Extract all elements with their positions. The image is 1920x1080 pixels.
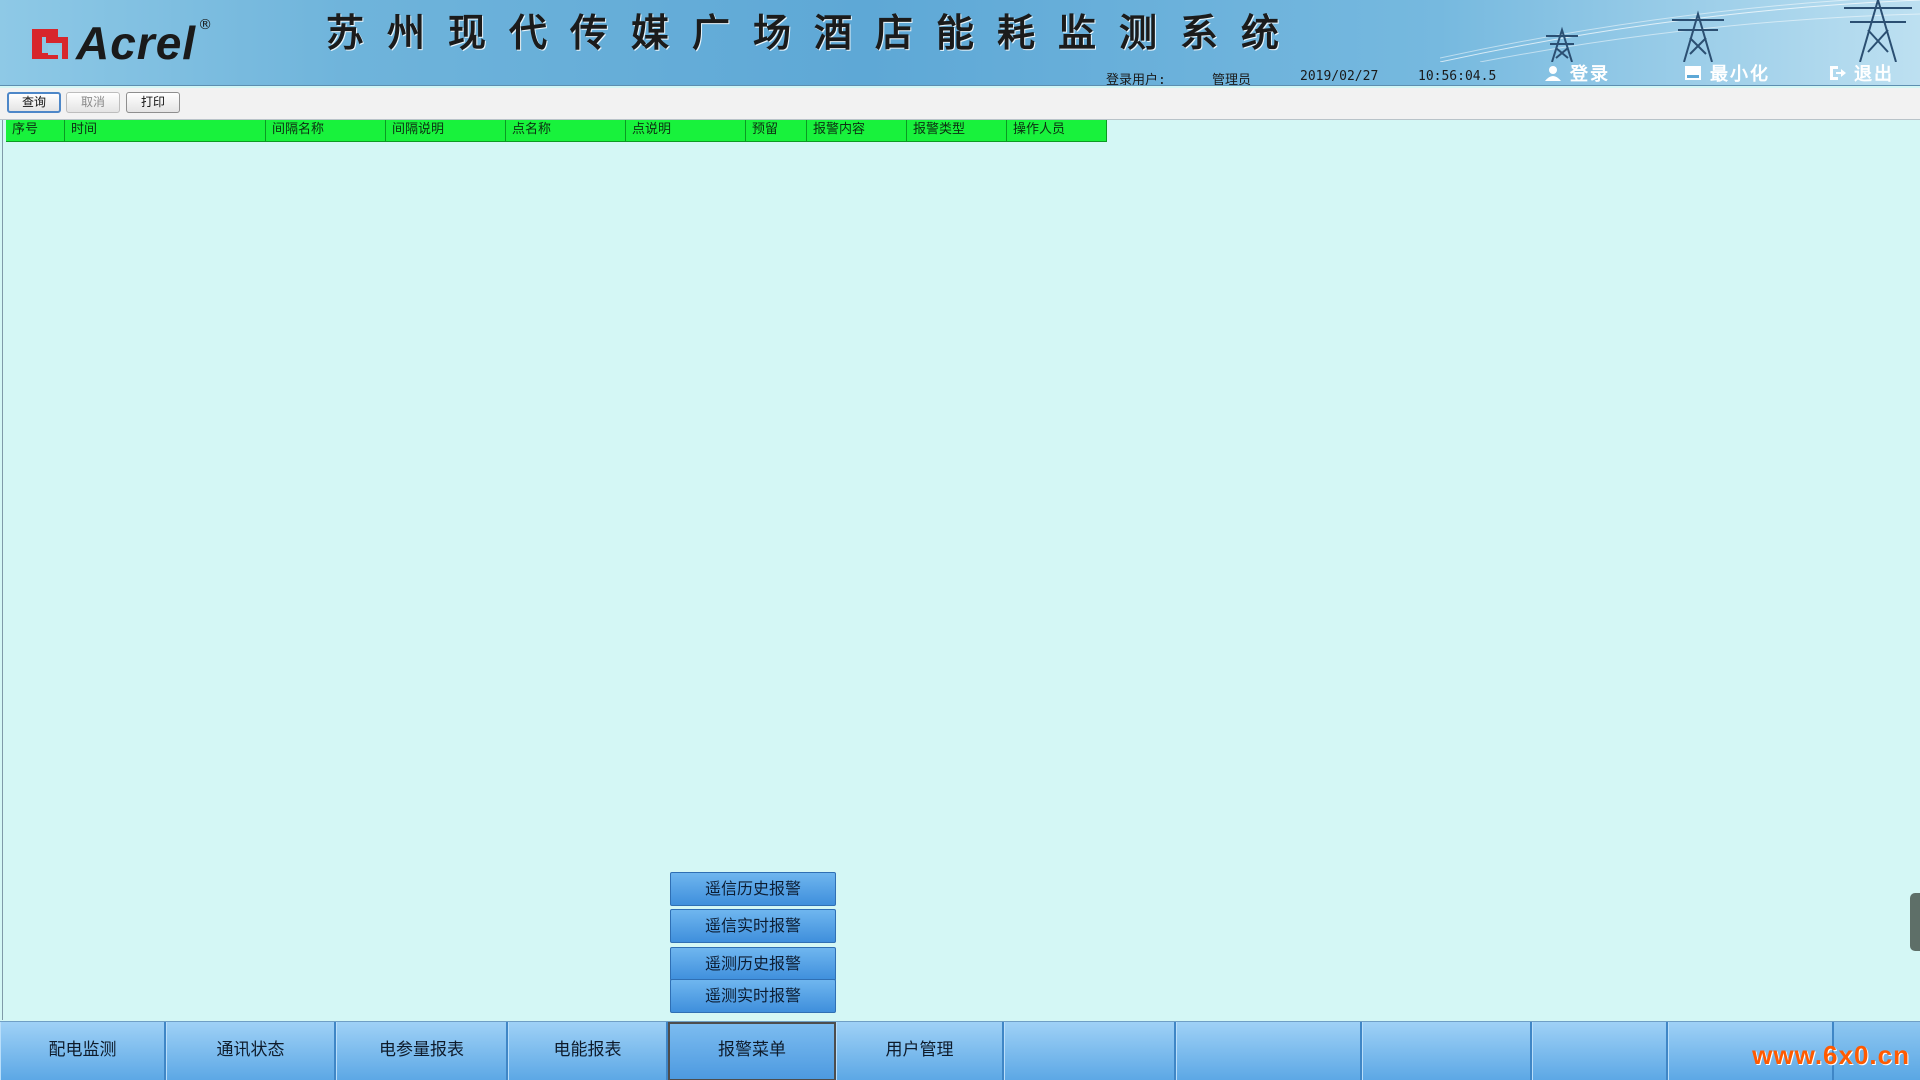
logged-user-name: 管理员: [1212, 73, 1252, 86]
menu-item-di-history-alarm[interactable]: 遥信历史报警: [670, 872, 836, 906]
nav-user-management[interactable]: 用户管理: [836, 1022, 1004, 1080]
cancel-button[interactable]: 取消: [66, 92, 120, 113]
app-header: Acrel ® 苏州现代传媒广场酒店能耗监测系统 登录用户: 管理员 2019/…: [0, 0, 1920, 86]
login-label: 登录: [1570, 64, 1610, 85]
nav-alarm-menu[interactable]: 报警菜单: [668, 1022, 836, 1080]
nav-empty-3[interactable]: [1362, 1022, 1532, 1080]
menu-item-di-realtime-alarm[interactable]: 遥信实时报警: [670, 909, 836, 943]
column-header-alarm-type[interactable]: 报警类型: [907, 120, 1007, 142]
toolbar: 查询 取消 打印: [0, 88, 1920, 120]
logo-registered-mark: ®: [198, 17, 213, 33]
column-header-reserved[interactable]: 预留: [746, 120, 807, 142]
column-header-interval-desc[interactable]: 间隔说明: [386, 120, 506, 142]
status-bar: 登录用户: 管理员 2019/02/27 10:56:04.5: [0, 64, 1920, 86]
column-header-alarm-content[interactable]: 报警内容: [807, 120, 907, 142]
column-header-interval-name[interactable]: 间隔名称: [266, 120, 386, 142]
nav-energy-report[interactable]: 电能报表: [508, 1022, 668, 1080]
acrel-logo-icon: [32, 29, 68, 59]
menu-item-ai-realtime-alarm[interactable]: 遥测实时报警: [670, 979, 836, 1013]
bottom-nav: 配电监测 通讯状态 电参量报表 电能报表 报警菜单 用户管理: [0, 1021, 1920, 1080]
acrel-logo: Acrel ®: [28, 17, 213, 69]
nav-communication-status[interactable]: 通讯状态: [166, 1022, 336, 1080]
power-tower-illustration: [1440, 0, 1920, 62]
minimize-label: 最小化: [1710, 64, 1770, 85]
alarm-table-header: 序号 时间 间隔名称 间隔说明 点名称 点说明 预留 报警内容 报警类型 操作人…: [6, 120, 1107, 142]
exit-icon: [1830, 66, 1846, 80]
menu-item-ai-history-alarm[interactable]: 遥测历史报警: [670, 947, 836, 981]
minimize-button[interactable]: 最小化: [1684, 62, 1770, 85]
user-icon: [1545, 66, 1561, 81]
alarm-list-area: 序号 时间 间隔名称 间隔说明 点名称 点说明 预留 报警内容 报警类型 操作人…: [2, 120, 1920, 1020]
print-button[interactable]: 打印: [126, 92, 180, 113]
exit-button[interactable]: 退出: [1828, 62, 1894, 85]
site-watermark: www.6x0.cn: [1752, 1040, 1910, 1070]
logged-user-label: 登录用户:: [1106, 73, 1166, 86]
nav-empty-2[interactable]: [1176, 1022, 1362, 1080]
column-header-time[interactable]: 时间: [65, 120, 266, 142]
exit-label: 退出: [1854, 64, 1894, 85]
current-time: 10:56:04.5: [1418, 69, 1497, 84]
side-scroll-handle[interactable]: [1910, 893, 1920, 951]
column-header-point-desc[interactable]: 点说明: [626, 120, 746, 142]
login-button[interactable]: 登录: [1544, 62, 1610, 85]
column-header-index[interactable]: 序号: [6, 120, 65, 142]
page-title: 苏州现代传媒广场酒店能耗监测系统: [326, 10, 1303, 55]
nav-power-monitoring[interactable]: 配电监测: [0, 1022, 166, 1080]
nav-electric-parameter-report[interactable]: 电参量报表: [336, 1022, 508, 1080]
minimize-icon: [1685, 66, 1701, 80]
query-button[interactable]: 查询: [7, 92, 61, 113]
column-header-point-name[interactable]: 点名称: [506, 120, 626, 142]
nav-empty-4[interactable]: [1532, 1022, 1668, 1080]
logo-text: Acrel: [76, 17, 197, 69]
column-header-operator[interactable]: 操作人员: [1007, 120, 1107, 142]
current-date: 2019/02/27: [1300, 69, 1379, 84]
nav-empty-1[interactable]: [1004, 1022, 1176, 1080]
